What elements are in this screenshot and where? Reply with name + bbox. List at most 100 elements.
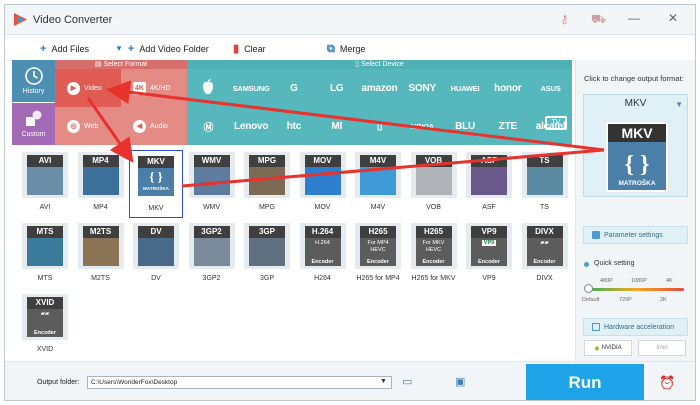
format-tile-icon: M4V xyxy=(355,152,401,198)
format-artwork xyxy=(526,167,563,195)
output-folder-field[interactable]: C:\Users\WonderFox\Desktop xyxy=(87,376,392,389)
intel-badge[interactable]: Intel xyxy=(638,340,686,356)
format-mts[interactable]: MTS MTS xyxy=(18,221,72,289)
device-tv[interactable]: TV xyxy=(545,116,567,130)
format-tile-icon: M2TS xyxy=(77,223,124,269)
device-huawei[interactable]: HUAWEI xyxy=(444,69,487,107)
quality-slider-track[interactable] xyxy=(588,288,684,291)
category-audio[interactable]: ◀ Audio xyxy=(121,107,187,145)
add-files-button[interactable]: + Add Files xyxy=(40,42,89,56)
format-m4v[interactable]: M4V M4V xyxy=(351,150,405,218)
run-button[interactable]: Run xyxy=(526,364,644,400)
category-web[interactable]: ◎ Web xyxy=(55,107,121,145)
format-tag: 3GP2 xyxy=(193,226,230,238)
key-icon[interactable]: ⚷ xyxy=(560,12,569,26)
parameter-settings-button[interactable]: Parameter settings xyxy=(583,226,688,244)
settings-icon xyxy=(592,231,600,239)
format-m2ts[interactable]: M2TS M2TS xyxy=(74,221,128,289)
format-h265-for-mkv[interactable]: H265 For MKV HEVC Encoder H265 for MKV xyxy=(407,221,461,289)
format-mov[interactable]: MOV MOV xyxy=(296,150,350,218)
format-avi[interactable]: AVI AVI xyxy=(18,150,72,218)
device-google[interactable]: G xyxy=(273,69,316,107)
format-h264[interactable]: H.264 H.264 Encoder H264 xyxy=(296,221,350,289)
category-video[interactable]: ▶ Video xyxy=(55,69,121,107)
format-grid: AVI AVI MP4 MP4 MKV{ } MATROŠKA MKV WMV WMV MPG MP… xyxy=(18,150,568,360)
footer-bar: Output folder: C:\Users\WonderFox\Deskto… xyxy=(5,361,695,400)
device-htc[interactable]: htc xyxy=(273,107,316,145)
device-panel: SAMSUNG G LG amazon SONY HUAWEI honor ASUS Ⓜ Leno… xyxy=(187,69,572,145)
format-asf[interactable]: ASF ASF xyxy=(462,150,516,218)
clear-button[interactable]: ▮ Clear xyxy=(233,42,266,56)
history-tab[interactable]: History xyxy=(12,60,55,102)
device-asus[interactable]: ASUS xyxy=(529,69,572,107)
output-format-selector[interactable]: MKV ▼ MKV { } MATROŠKA xyxy=(583,94,688,197)
nvidia-badge[interactable]: ◉ NVIDIA xyxy=(584,340,632,356)
merge-label: Merge xyxy=(339,44,366,54)
format-artwork xyxy=(82,238,119,266)
format-divx[interactable]: DIVX ▰▰ Encoder DIVX xyxy=(518,221,572,289)
quick-setting-dot-icon xyxy=(584,262,589,267)
device-mi[interactable]: MI xyxy=(315,107,358,145)
format-artwork xyxy=(304,167,341,195)
device-sony[interactable]: SONY xyxy=(401,69,444,107)
format-tag: WMV xyxy=(193,155,230,167)
format-ts[interactable]: TS TS xyxy=(518,150,572,218)
format-mkv[interactable]: MKV{ } MATROŠKA MKV xyxy=(129,150,183,218)
custom-tab[interactable]: Custom xyxy=(12,103,55,145)
apple-icon xyxy=(203,79,214,95)
minimize-button[interactable]: — xyxy=(627,11,641,25)
device-samsung[interactable]: SAMSUNG xyxy=(230,69,273,107)
output-panel: Click to change output format: MKV ▼ MKV… xyxy=(575,60,695,364)
format-artwork xyxy=(249,238,285,266)
format-tile-icon: MP4 xyxy=(77,152,124,198)
shapes-icon xyxy=(25,110,41,126)
format-artwork xyxy=(27,167,63,195)
device-nokia[interactable]: NOKIA xyxy=(401,107,444,145)
merge-button[interactable]: ⧉ Merge xyxy=(327,42,365,56)
format-mp4[interactable]: MP4 MP4 xyxy=(74,150,128,218)
cart-icon[interactable]: ⛟ xyxy=(591,12,606,28)
add-video-folder-button[interactable]: ▼ + Add Video Folder xyxy=(115,42,209,56)
device-zte[interactable]: ZTE xyxy=(486,107,529,145)
format-tile-icon: 3GP2 xyxy=(188,223,235,269)
device-motorola[interactable]: Ⓜ xyxy=(187,107,230,145)
device-blu[interactable]: BLU xyxy=(444,107,487,145)
play-icon: ▶ xyxy=(67,81,80,95)
format-artwork xyxy=(27,238,63,266)
device-honor[interactable]: honor xyxy=(486,69,529,107)
device-amazon[interactable]: amazon xyxy=(358,69,401,107)
format-tile-icon: DV xyxy=(133,223,179,269)
format-xvid[interactable]: XVID ▰▰ Encoder XVID xyxy=(18,292,72,360)
format-h265-for-mp4[interactable]: H265 For MP4 HEVC Encoder H265 for MP4 xyxy=(351,221,405,289)
chevron-down-icon[interactable]: ▼ xyxy=(380,378,387,385)
format-tile-icon: WMV xyxy=(188,152,235,198)
category-4k-hd[interactable]: 4K 4K/HD xyxy=(121,69,187,107)
format-mpg[interactable]: MPG MPG xyxy=(240,150,294,218)
output-folder-label: Output folder: xyxy=(37,379,80,386)
format-label: VOB xyxy=(426,204,441,211)
folder-browse-icon[interactable]: ▭ xyxy=(402,375,412,388)
format-label: M4V xyxy=(370,204,386,211)
hardware-acceleration-toggle[interactable]: Hardware acceleration xyxy=(583,318,688,336)
dropdown-caret-icon[interactable]: ▼ xyxy=(115,45,123,53)
format-3gp2[interactable]: 3GP2 3GP2 xyxy=(185,221,239,289)
quality-slider-handle[interactable] xyxy=(584,284,593,293)
device-lenovo[interactable]: Lenovo xyxy=(230,107,273,145)
format-label: AVI xyxy=(39,204,51,211)
format-wmv[interactable]: WMV WMV xyxy=(185,150,239,218)
tick-2k: 2K xyxy=(660,297,667,303)
format-3gp[interactable]: 3GP 3GP xyxy=(240,221,294,289)
format-vob[interactable]: VOB VOB xyxy=(407,150,461,218)
format-dv[interactable]: DV DV xyxy=(129,221,183,289)
close-button[interactable]: ✕ xyxy=(666,11,680,25)
format-tile-icon: MKV{ } MATROŠKA xyxy=(133,153,179,199)
clear-label: Clear xyxy=(244,44,266,54)
open-folder-icon[interactable]: ▣ xyxy=(455,375,465,388)
device-tablet[interactable]: ▯ xyxy=(358,107,401,145)
device-lg[interactable]: LG xyxy=(315,69,358,107)
chevron-down-icon[interactable]: ▼ xyxy=(675,100,683,109)
format-vp9[interactable]: VP9 VP9 Encoder VP9 xyxy=(462,221,516,289)
alarm-clock-icon[interactable]: ⏰ xyxy=(659,375,675,391)
nvidia-label: NVIDIA xyxy=(601,345,622,351)
device-apple[interactable] xyxy=(187,69,230,107)
